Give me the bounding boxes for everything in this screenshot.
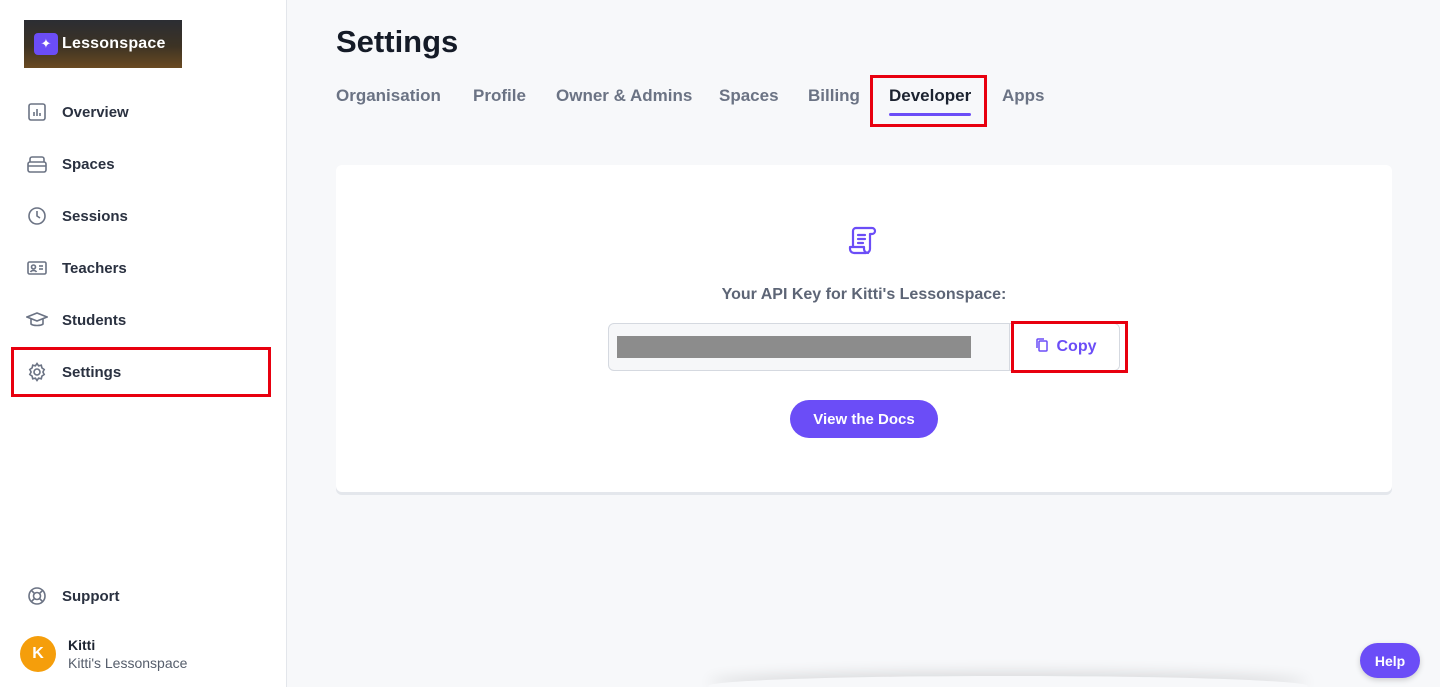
- user-name: Kitti: [68, 637, 96, 653]
- page-title: Settings: [336, 24, 459, 59]
- view-docs-button[interactable]: View the Docs: [790, 400, 938, 438]
- tab-spaces[interactable]: Spaces: [719, 86, 779, 106]
- brand-logo[interactable]: ✦ Lessonspace: [24, 20, 182, 68]
- developer-card: Your API Key for Kitti's Lessonspace: Co…: [336, 165, 1392, 492]
- sidebar-item-label: Sessions: [62, 207, 128, 225]
- sidebar-item-settings[interactable]: Settings: [0, 352, 287, 392]
- sidebar-item-label: Spaces: [62, 155, 115, 173]
- tab-owner-admins[interactable]: Owner & Admins: [556, 86, 692, 106]
- layers-icon: [26, 153, 48, 175]
- avatar: K: [20, 636, 56, 672]
- graduation-cap-icon: [26, 309, 48, 331]
- user-profile[interactable]: K Kitti Kitti's Lessonspace: [20, 636, 187, 672]
- copy-button-label: Copy: [1056, 338, 1097, 355]
- document-icon: [846, 223, 880, 257]
- tab-developer[interactable]: Developer: [889, 86, 972, 116]
- lifebuoy-icon: [26, 585, 48, 607]
- active-tab-indicator: [889, 113, 972, 116]
- sidebar-item-students[interactable]: Students: [0, 300, 287, 340]
- clock-icon: [26, 205, 48, 227]
- id-card-icon: [26, 257, 48, 279]
- sidebar-item-label: Overview: [62, 103, 129, 121]
- copy-icon: [1035, 337, 1049, 358]
- sidebar-item-label: Support: [62, 587, 120, 605]
- sidebar: ✦ Lessonspace Overview Spaces Sessions T…: [0, 0, 287, 687]
- copy-button[interactable]: Copy: [1009, 324, 1119, 370]
- api-key-field[interactable]: Copy: [608, 323, 1120, 371]
- scroll-shadow: [708, 676, 1308, 687]
- sidebar-item-teachers[interactable]: Teachers: [0, 248, 287, 288]
- sidebar-item-label: Teachers: [62, 259, 127, 277]
- user-organisation: Kitti's Lessonspace: [68, 655, 188, 671]
- tab-profile[interactable]: Profile: [473, 86, 526, 106]
- tab-developer-label: Developer: [889, 86, 972, 105]
- help-button[interactable]: Help: [1360, 643, 1420, 678]
- lessonspace-logo-icon: ✦: [34, 33, 58, 55]
- tab-apps[interactable]: Apps: [1002, 86, 1045, 106]
- sidebar-item-spaces[interactable]: Spaces: [0, 144, 287, 184]
- sidebar-item-label: Students: [62, 311, 127, 329]
- api-key-label: Your API Key for Kitti's Lessonspace:: [721, 286, 1007, 303]
- tab-billing[interactable]: Billing: [808, 86, 860, 106]
- gear-icon: [26, 361, 48, 383]
- brand-name: Lessonspace: [62, 35, 166, 52]
- sidebar-item-support[interactable]: Support: [0, 576, 287, 616]
- main-content: Settings Organisation Profile Owner & Ad…: [288, 0, 1440, 687]
- sidebar-item-label: Settings: [62, 363, 122, 381]
- api-key-redacted-value: [617, 336, 971, 358]
- tab-organisation[interactable]: Organisation: [336, 86, 441, 106]
- chart-icon: [26, 101, 48, 123]
- sidebar-item-sessions[interactable]: Sessions: [0, 196, 287, 236]
- sidebar-item-overview[interactable]: Overview: [0, 92, 287, 132]
